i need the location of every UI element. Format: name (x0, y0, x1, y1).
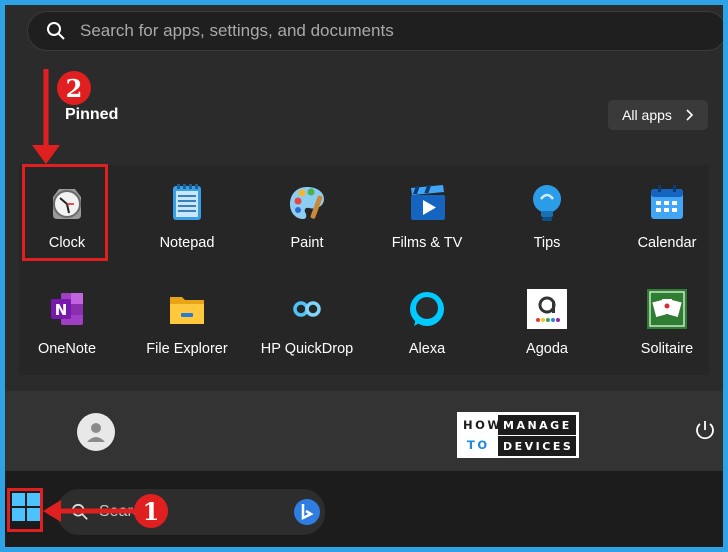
pinned-app-agoda[interactable]: Agoda (487, 271, 607, 371)
user-account-button[interactable] (77, 413, 115, 451)
pinned-app-notepad[interactable]: Notepad (127, 165, 247, 265)
start-menu: Search for apps, settings, and documents… (5, 5, 723, 471)
search-placeholder: Search for apps, settings, and documents (80, 21, 394, 40)
paint-palette-icon (290, 187, 324, 219)
onenote-icon: N (51, 293, 83, 325)
app-label: Calendar (637, 235, 697, 251)
pinned-app-file-explorer[interactable]: File Explorer (127, 271, 247, 371)
step-1-badge: 1 (134, 494, 168, 528)
logo-text-how: HOW (463, 418, 503, 432)
chevron-right-icon (686, 109, 694, 121)
pinned-app-tips[interactable]: Tips (487, 165, 607, 265)
agoda-icon (527, 289, 567, 329)
bing-icon[interactable] (293, 498, 321, 526)
app-label: File Explorer (146, 341, 228, 357)
pinned-app-onenote[interactable]: N OneNote (7, 271, 127, 371)
cards-icon (647, 289, 687, 329)
app-label: Films & TV (391, 235, 463, 251)
howtomanagedevices-logo: HOW TO MANAGE DEVICES (457, 412, 579, 458)
pinned-app-calendar[interactable]: Calendar (607, 165, 723, 265)
power-icon[interactable] (694, 419, 716, 441)
pinned-app-solitaire[interactable]: Solitaire (607, 271, 723, 371)
alexa-icon (410, 292, 444, 326)
highlight-start-button (7, 488, 43, 532)
notepad-icon (173, 184, 201, 220)
start-menu-screenshot: Search for apps, settings, and documents… (5, 5, 723, 547)
arrow-left-to-start (43, 500, 139, 522)
app-label: Solitaire (640, 341, 694, 357)
quickdrop-icon (293, 301, 321, 317)
logo-text-devices: DEVICES (503, 440, 574, 453)
all-apps-label: All apps (622, 107, 672, 123)
folder-icon (170, 297, 204, 324)
calendar-icon (651, 185, 683, 219)
film-icon (411, 185, 445, 220)
pinned-section-title: Pinned (65, 106, 119, 123)
app-label: Paint (290, 235, 324, 251)
lightbulb-icon (533, 185, 561, 221)
pinned-app-films-tv[interactable]: Films & TV (367, 165, 487, 265)
logo-text-to: TO (467, 438, 490, 452)
start-search-box[interactable]: Search for apps, settings, and documents (27, 11, 723, 51)
search-icon (47, 22, 65, 40)
pinned-app-hp-quickdrop[interactable]: HP QuickDrop (247, 271, 367, 371)
app-label: OneNote (37, 341, 97, 357)
app-label: Tips (533, 235, 561, 251)
app-label: Notepad (159, 235, 215, 251)
step-2-badge: 2 (57, 71, 91, 105)
highlight-clock-app (22, 164, 108, 261)
app-label: HP QuickDrop (260, 341, 354, 357)
all-apps-button[interactable]: All apps (608, 100, 708, 130)
pinned-app-paint[interactable]: Paint (247, 165, 367, 265)
svg-text:N: N (55, 301, 68, 319)
pinned-app-alexa[interactable]: Alexa (367, 271, 487, 371)
app-label: Alexa (408, 341, 446, 357)
app-label: Agoda (526, 341, 568, 357)
logo-text-manage: MANAGE (503, 419, 572, 432)
user-avatar-icon (87, 423, 105, 442)
